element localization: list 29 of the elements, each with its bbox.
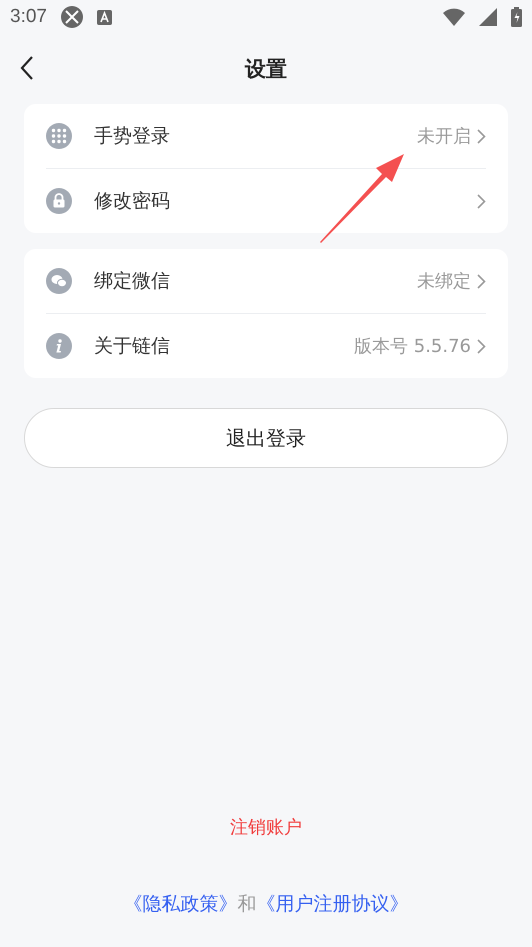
chevron-right-icon xyxy=(477,338,486,354)
wifi-icon xyxy=(443,8,465,26)
signal-icon xyxy=(479,8,497,26)
chat-icon xyxy=(46,268,72,294)
row-value: 未开启 xyxy=(417,125,471,148)
keypad-icon xyxy=(46,123,72,149)
chevron-right-icon xyxy=(477,274,486,288)
chevron-right-icon xyxy=(477,128,486,144)
row-value: 版本号 5.5.76 xyxy=(354,335,471,358)
battery-icon xyxy=(511,7,522,27)
row-label: 修改密码 xyxy=(94,189,171,214)
page-title: 设置 xyxy=(245,56,287,83)
logout-button[interactable]: 退出登录 xyxy=(24,408,508,468)
info-icon xyxy=(46,333,72,359)
user-agreement-link[interactable]: 《用户注册协议》 xyxy=(256,891,408,917)
delete-account-link[interactable]: 注销账户 xyxy=(230,815,302,839)
settings-row[interactable]: 绑定微信 未绑定 xyxy=(46,249,486,314)
privacy-policy-link[interactable]: 《隐私政策》 xyxy=(124,891,238,917)
row-label: 关于链信 xyxy=(94,334,171,359)
lock-icon xyxy=(46,188,72,214)
joiner-text: 和 xyxy=(238,892,256,917)
back-icon[interactable] xyxy=(20,56,34,80)
row-label: 手势登录 xyxy=(94,124,171,149)
row-value: 未绑定 xyxy=(417,270,471,293)
row-label: 绑定微信 xyxy=(94,269,171,294)
keyboard-icon xyxy=(96,10,112,24)
settings-row[interactable]: 关于链信 版本号 5.5.76 xyxy=(46,314,486,378)
status-time: 3:07 xyxy=(10,6,47,28)
chevron-right-icon xyxy=(477,194,486,208)
